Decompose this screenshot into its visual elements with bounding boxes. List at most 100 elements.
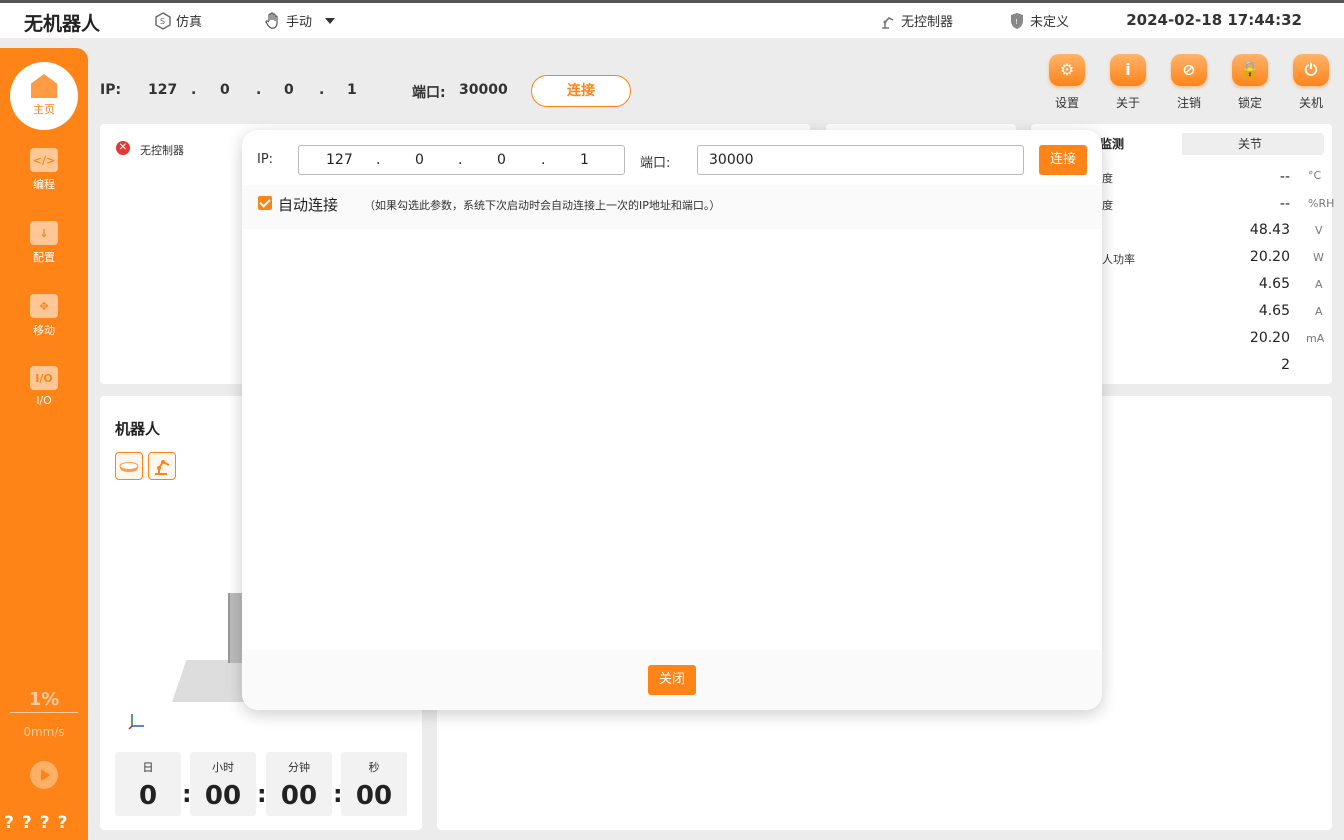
timer-label: 日 <box>142 761 154 774</box>
ip-dot: . <box>541 152 546 168</box>
svg-text:!: ! <box>1015 18 1018 26</box>
monitor-value: 20.20 <box>1249 330 1290 346</box>
ip-octet: 127 <box>148 82 178 98</box>
lock-icon: 🔒 <box>1232 54 1268 86</box>
sidebar-item-label: I/O <box>36 394 52 407</box>
simulation-label: 仿真 <box>176 15 203 30</box>
speed-value: 0mm/s <box>23 725 65 739</box>
ip-dot: . <box>319 82 325 98</box>
shutdown-label: 关机 <box>1298 96 1323 110</box>
simulation-mode-toggle[interactable]: S 仿真 <box>154 11 202 30</box>
sidebar-item-io[interactable]: I/O I/O <box>0 366 88 407</box>
tab-joints[interactable]: 关节 <box>1238 133 1262 155</box>
controller-status: 无控制器 <box>879 11 953 30</box>
ip-dot: . <box>191 82 197 98</box>
io-icon: I/O <box>30 366 58 390</box>
ip-address-input[interactable]: 127 . 0 . 0 . 1 <box>298 145 625 175</box>
ip-octet: 0 <box>497 152 506 168</box>
svg-text:S: S <box>160 17 165 26</box>
manual-mode-dropdown[interactable]: 手动 <box>264 11 338 30</box>
timer-seconds: 秒 00 <box>341 752 407 816</box>
settings-label: 设置 <box>1054 96 1079 110</box>
base-view-button[interactable] <box>115 452 143 480</box>
auto-connect-row: 自动连接 （如果勾选此参数，系统下次启动时会自动连接上一次的IP地址和端口。） <box>242 185 1102 229</box>
timer-value: 00 <box>204 781 242 811</box>
dialog-footer: 关闭 <box>242 650 1102 710</box>
timer-label: 小时 <box>212 761 234 774</box>
timer-value: 0 <box>138 781 158 811</box>
sidebar-item-home[interactable]: 主页 <box>10 62 78 130</box>
ip-octet: 0 <box>284 82 294 98</box>
shutdown-button[interactable]: ⏻ 关机 <box>1289 54 1333 111</box>
speed-percent: 1% <box>28 689 60 710</box>
dialog-connect-button[interactable]: 连接 <box>1039 145 1087 175</box>
sidebar-item-label: 配置 <box>33 251 55 264</box>
logout-button[interactable]: ⊘ 注销 <box>1167 54 1211 111</box>
ip-dot: . <box>256 82 262 98</box>
port-label: 端口: <box>412 85 446 101</box>
timer-days: 日 0 <box>115 752 181 816</box>
monitor-unit: °C <box>1308 169 1322 182</box>
ip-dot: . <box>376 152 381 168</box>
disc-icon <box>119 462 139 472</box>
about-button[interactable]: i 关于 <box>1106 54 1150 111</box>
power-icon: ⏻ <box>1293 54 1329 86</box>
monitor-label: 度 <box>1102 172 1113 185</box>
info-icon: i <box>1110 54 1146 86</box>
timer-minutes: 分钟 00 <box>266 752 332 816</box>
clock: 2024-02-18 17:44:32 <box>1126 11 1302 29</box>
app-title: 无机器人 <box>24 13 101 35</box>
play-button[interactable] <box>30 761 58 789</box>
about-label: 关于 <box>1115 96 1140 110</box>
monitor-tabs: 监测 关节 <box>1094 133 1324 155</box>
sidebar-item-label: 移动 <box>33 324 55 337</box>
safety-status: ! 未定义 <box>1008 11 1069 30</box>
coordinate-axes-icon <box>128 714 144 730</box>
close-button[interactable]: 关闭 <box>648 665 696 695</box>
timer-value: 00 <box>355 781 393 811</box>
controller-status-label: 无控制器 <box>901 15 954 30</box>
connect-button[interactable]: 连接 <box>531 75 631 107</box>
monitor-unit: A <box>1315 278 1323 291</box>
shield-icon: ! <box>1011 12 1023 29</box>
dialog-port-label: 端口: <box>640 156 671 171</box>
monitor-value: 4.65 <box>1258 276 1290 292</box>
sidebar: 主页 </> 编程 ↓ 配置 ✥ 移动 I/O I/O 1% 0mm/s ???… <box>0 48 88 840</box>
sidebar-item-config[interactable]: ↓ 配置 <box>0 221 88 265</box>
code-icon: </> <box>30 148 58 172</box>
robot-arm-icon <box>155 460 170 475</box>
monitor-value: 4.65 <box>1258 303 1290 319</box>
sidebar-item-label: 主页 <box>33 103 55 116</box>
monitor-unit: W <box>1313 251 1324 264</box>
monitor-value: -- <box>1279 169 1290 185</box>
timer-value: 00 <box>280 781 318 811</box>
top-bar: 无机器人 S 仿真 手动 无控制器 ! 未定义 2024-02-18 17:44… <box>0 0 1344 38</box>
settings-button[interactable]: ⚙ 设置 <box>1045 54 1089 111</box>
lock-button[interactable]: 🔒 锁定 <box>1228 54 1272 111</box>
monitor-unit: mA <box>1306 332 1325 345</box>
manual-mode-label: 手动 <box>286 15 313 30</box>
monitor-label: 度 <box>1102 199 1113 212</box>
sidebar-item-label: 编程 <box>33 178 55 191</box>
hand-icon <box>265 11 278 29</box>
sidebar-item-move[interactable]: ✥ 移动 <box>0 294 88 338</box>
auto-connect-label[interactable]: 自动连接 <box>278 194 338 215</box>
connection-dialog: IP: 127 . 0 . 0 . 1 端口: 30000 连接 自动连接 （如… <box>242 130 1102 710</box>
monitor-value: 2 <box>1281 357 1290 373</box>
ip-label: IP: <box>100 82 122 98</box>
ip-octet: 1 <box>580 152 589 168</box>
error-icon: ✕ <box>116 141 130 155</box>
timer-label: 分钟 <box>288 761 310 774</box>
sidebar-item-program[interactable]: </> 编程 <box>0 148 88 192</box>
port-input[interactable]: 30000 <box>697 145 1024 175</box>
tab-monitor[interactable]: 监测 <box>1094 133 1182 155</box>
auto-connect-checkbox[interactable] <box>258 196 272 210</box>
bottom-indicators: ???? <box>4 813 76 833</box>
caret-down-icon <box>325 17 336 24</box>
port-value: 30000 <box>459 82 508 98</box>
lock-label: 锁定 <box>1237 96 1262 110</box>
gear-icon: ⚙ <box>1049 54 1085 86</box>
robot-view-button[interactable] <box>148 452 176 480</box>
move-arrows-icon: ✥ <box>30 294 58 318</box>
monitor-label: 人功率 <box>1102 253 1135 266</box>
